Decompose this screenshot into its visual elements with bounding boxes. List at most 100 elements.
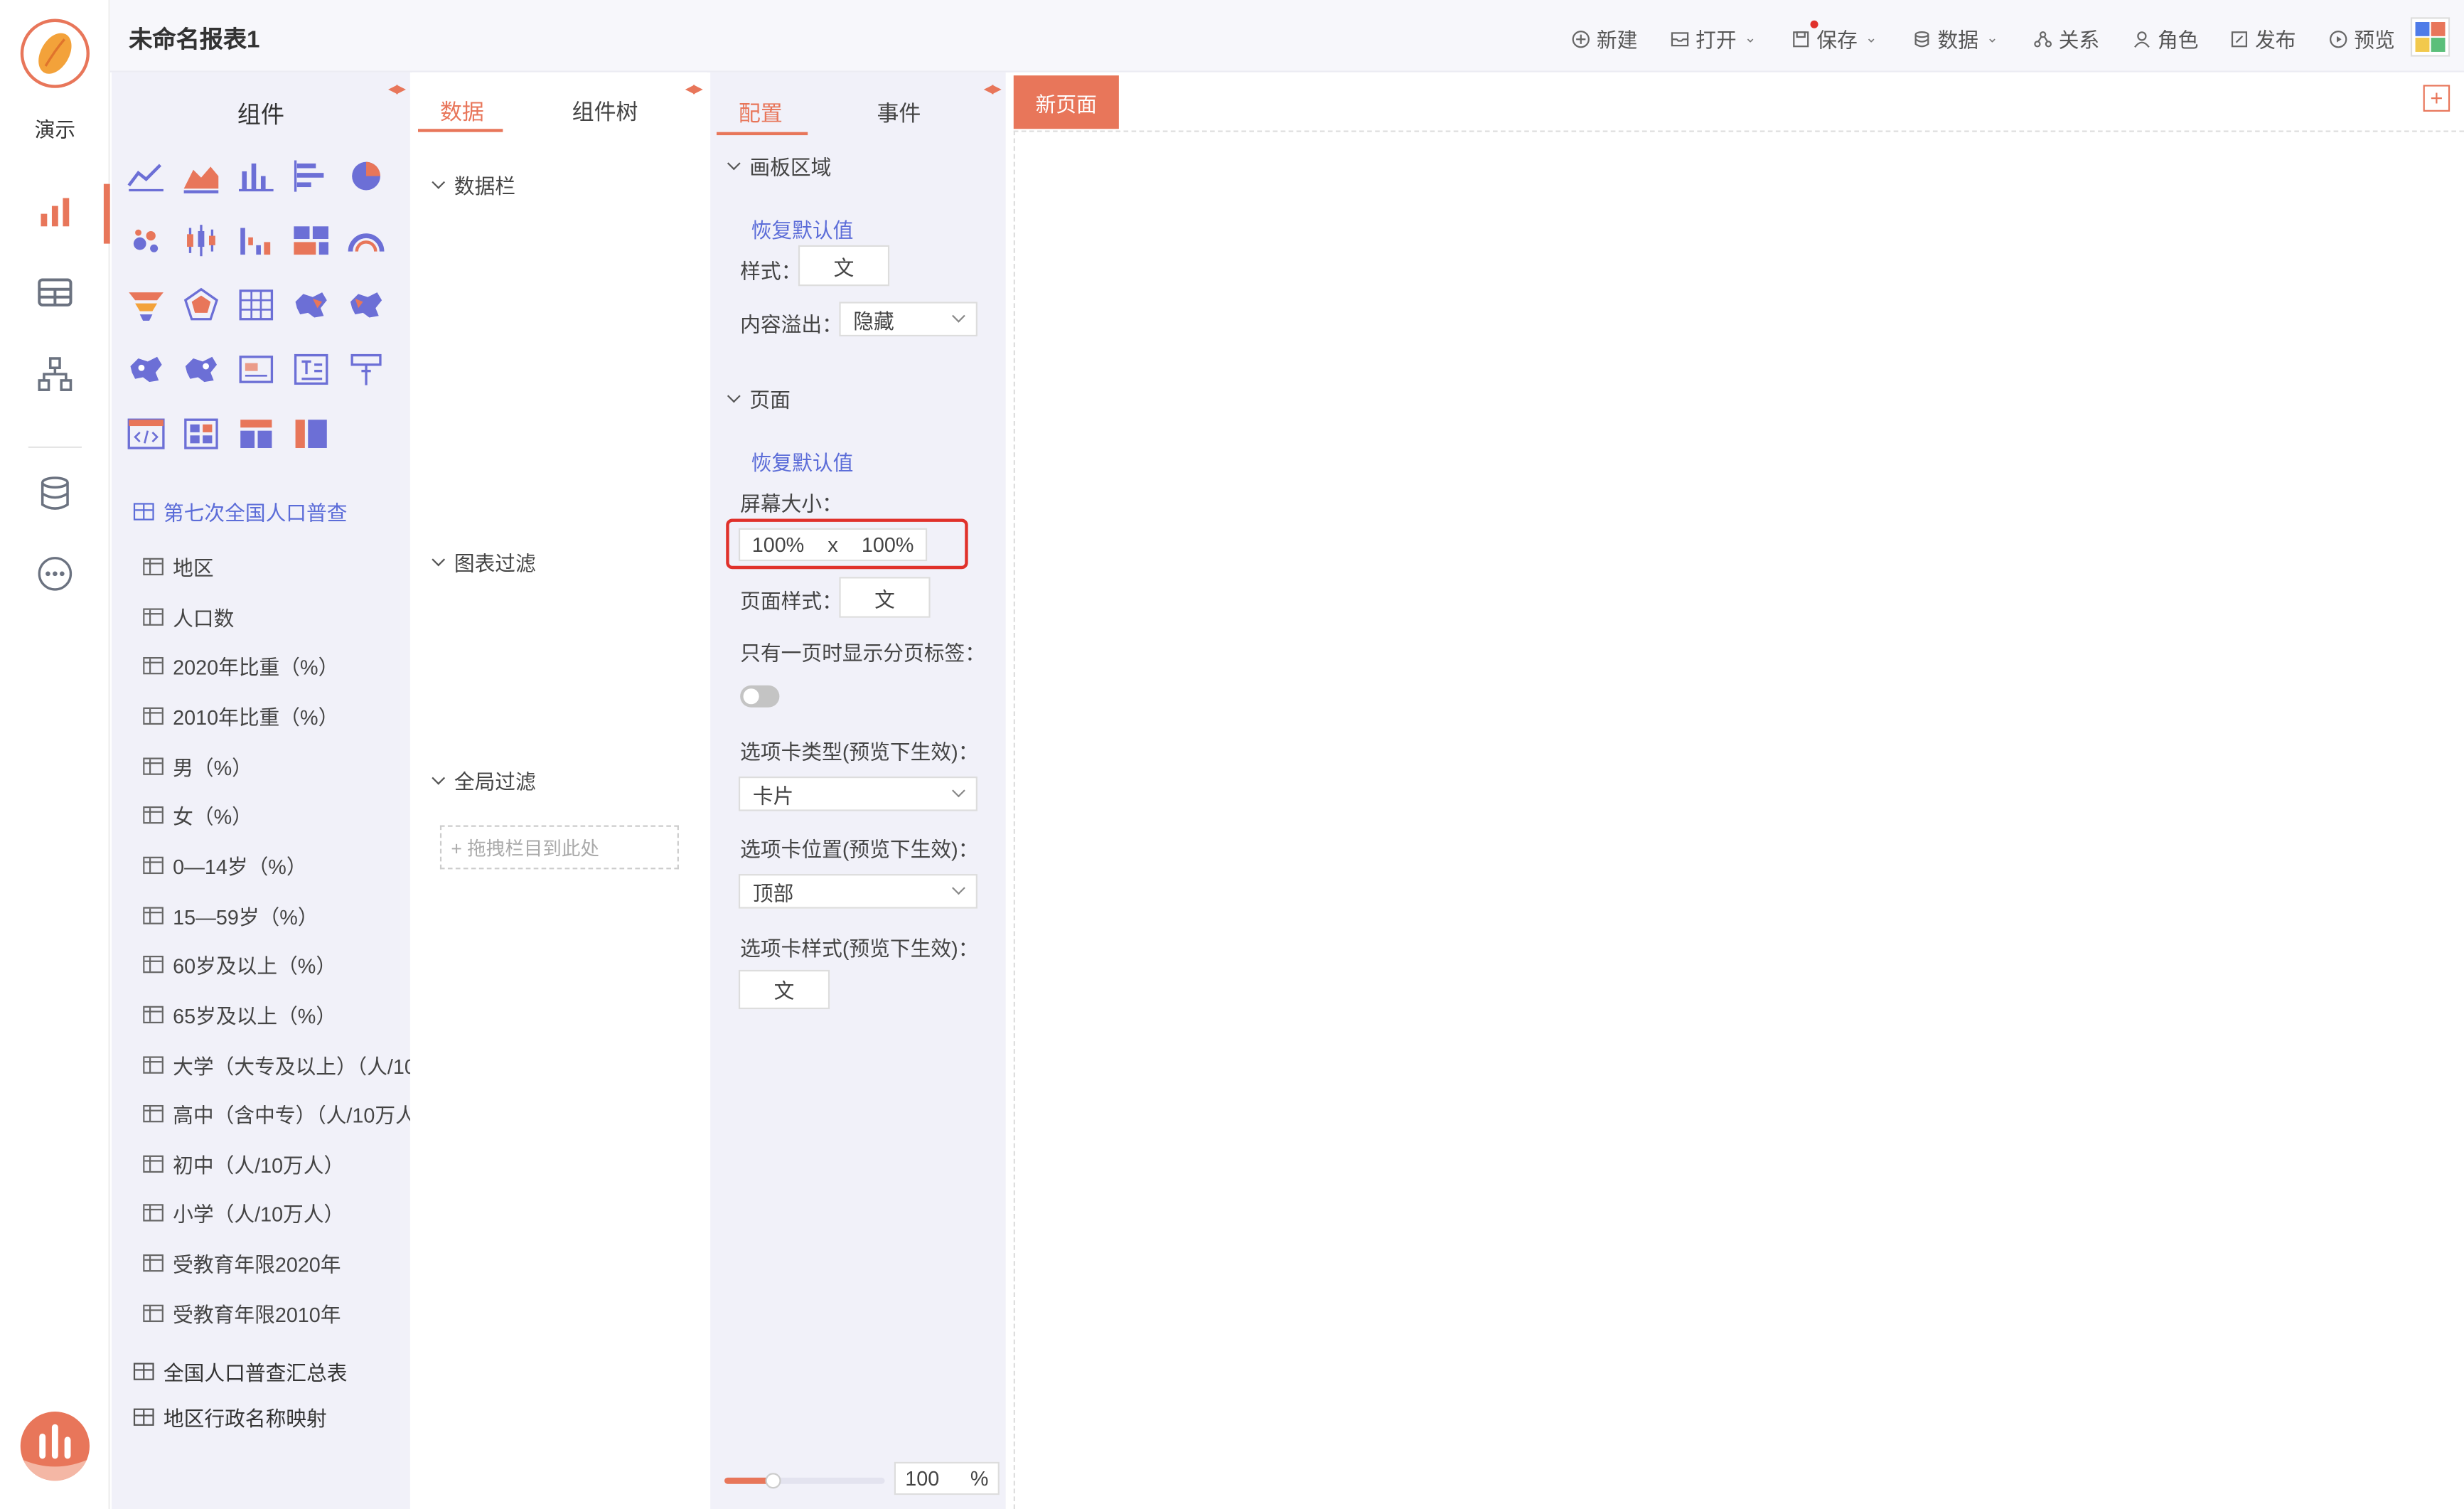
toolbar-role-button[interactable]: 角色 [2133, 23, 2199, 53]
user-avatar[interactable] [20, 1412, 90, 1481]
field-item[interactable]: 女（%） [143, 801, 410, 831]
field-item[interactable]: 受教育年限2010年 [143, 1298, 410, 1328]
tab-type-select[interactable]: 卡片 [738, 776, 977, 811]
screen-size-input[interactable]: 100% x 100% [738, 528, 928, 562]
tab-data[interactable]: 数据 [440, 96, 484, 127]
field-item[interactable]: 人口数 [143, 602, 410, 631]
rail-report[interactable] [0, 184, 110, 241]
toolbar-relation-button[interactable]: 关系 [2033, 23, 2099, 53]
rail-database[interactable] [0, 465, 110, 522]
field-item[interactable]: 小学（人/10万人） [143, 1198, 410, 1228]
toolbar-data-button[interactable]: 数据 ⌄ [1912, 23, 1998, 53]
radar-icon[interactable] [181, 286, 221, 324]
page-tab[interactable]: 新页面 [1013, 75, 1119, 129]
section-board[interactable]: 画板区域 [726, 151, 831, 181]
gauge-icon[interactable] [346, 222, 386, 260]
board-style-button[interactable]: 文 [798, 245, 890, 287]
toolbar-preview-button[interactable]: 预览 [2329, 23, 2395, 53]
candlestick-icon[interactable] [181, 222, 221, 260]
collapse-arrows-icon[interactable]: ◀▶ [984, 82, 1002, 96]
china-map-2-icon[interactable] [346, 286, 386, 324]
tab-style-button[interactable]: 文 [738, 969, 830, 1010]
toolbar-publish-button[interactable]: 发布 [2230, 23, 2296, 53]
tab-component-tree[interactable]: 组件树 [572, 96, 638, 127]
field-item[interactable]: 60岁及以上（%） [143, 950, 410, 980]
toolbar-new-button[interactable]: 新建 [1572, 23, 1637, 53]
area-chart-icon[interactable] [181, 157, 221, 195]
dataset-item[interactable]: 第七次全国人口普查 [133, 497, 348, 527]
screen-width-value[interactable]: 100% [752, 533, 804, 556]
field-item[interactable]: 2020年比重（%） [143, 651, 410, 681]
tab-config[interactable]: 配置 [739, 97, 783, 129]
report-title[interactable]: 未命名报表1 [129, 22, 259, 55]
collapse-arrows-icon[interactable]: ◀▶ [388, 82, 406, 96]
section-chart-filter[interactable]: 图表过滤 [431, 547, 536, 577]
field-item[interactable]: 65岁及以上（%） [143, 1000, 410, 1030]
more-icon [38, 557, 73, 591]
filter-icon[interactable] [346, 351, 386, 388]
table-icon[interactable] [236, 286, 277, 324]
rail-structure[interactable] [0, 346, 110, 402]
toolbar-open-button[interactable]: 打开 ⌄ [1671, 23, 1757, 53]
waterfall-icon[interactable] [236, 222, 277, 260]
single-tab-toggle[interactable] [740, 685, 780, 708]
config-panel: 配置 事件 ◀▶ 画板区域 恢复默认值 样式： 文 内容溢出： 隐藏 页面 恢复… [710, 72, 1006, 1509]
field-item[interactable]: 大学（大专及以上）（人/10万人） [143, 1050, 410, 1079]
chevron-down-icon: ⌄ [1744, 29, 1757, 46]
rail-more[interactable] [0, 545, 110, 602]
treemap-icon[interactable] [291, 222, 331, 260]
column-icon [143, 707, 164, 725]
page-style-label: 页面样式： [740, 589, 842, 614]
toolbar-save-button[interactable]: 保存 ⌄ [1791, 20, 1878, 53]
image-icon[interactable] [236, 351, 277, 388]
tab-event[interactable]: 事件 [877, 97, 921, 129]
china-map-icon[interactable] [291, 286, 331, 324]
page-reset-link[interactable]: 恢复默认值 [751, 447, 854, 476]
zoom-slider[interactable] [724, 1473, 885, 1489]
field-item[interactable]: 0—14岁（%） [143, 851, 410, 880]
screen-height-value[interactable]: 100% [862, 533, 914, 556]
add-page-button[interactable]: + [2423, 85, 2450, 112]
bar-chart-icon[interactable] [236, 157, 277, 195]
field-item[interactable]: 地区 [143, 552, 410, 582]
horizontal-bar-icon[interactable] [291, 157, 331, 195]
china-map-4-icon[interactable] [181, 351, 221, 388]
field-item[interactable]: 初中（人/10万人） [143, 1148, 410, 1178]
collapse-arrows-icon[interactable]: ◀▶ [685, 82, 703, 96]
design-canvas[interactable]: 新页面 + [1013, 72, 2464, 1509]
section-global-filter[interactable]: 全局过滤 [431, 766, 536, 796]
table-item[interactable]: 地区行政名称映射 [133, 1402, 327, 1432]
field-item[interactable]: 男（%） [143, 751, 410, 781]
overflow-select[interactable]: 隐藏 [839, 302, 977, 337]
text-icon[interactable] [291, 351, 331, 388]
table-item[interactable]: 全国人口普查汇总表 [133, 1357, 348, 1387]
board-reset-link[interactable]: 恢复默认值 [751, 214, 854, 244]
zoom-input[interactable]: 100 % [894, 1461, 1000, 1495]
zoom-value[interactable]: 100 [905, 1466, 939, 1490]
brand-logo[interactable] [20, 18, 90, 88]
section-page[interactable]: 页面 [726, 383, 791, 413]
overflow-value: 隐藏 [853, 309, 894, 333]
field-item[interactable]: 2010年比重（%） [143, 701, 410, 731]
tab-position-select[interactable]: 顶部 [738, 874, 977, 909]
pie-chart-icon[interactable] [346, 157, 386, 195]
china-map-3-icon[interactable] [126, 351, 166, 388]
column-icon [143, 1155, 164, 1173]
rail-table[interactable] [0, 264, 110, 321]
field-item[interactable]: 受教育年限2020年 [143, 1248, 410, 1278]
column-layout-icon[interactable] [291, 415, 331, 453]
theme-switcher[interactable] [2410, 17, 2450, 57]
canvas-border [1013, 130, 1015, 1509]
scatter-icon[interactable] [126, 222, 166, 260]
field-item[interactable]: 15—59岁（%） [143, 900, 410, 930]
section-data-columns[interactable]: 数据栏 [431, 170, 515, 200]
grid-icon[interactable] [181, 415, 221, 453]
layout-icon[interactable] [236, 415, 277, 453]
line-chart-icon[interactable] [126, 157, 166, 195]
field-item[interactable]: 高中（含中专）（人/10万人） [143, 1099, 410, 1129]
zoom-slider-handle[interactable] [764, 1473, 781, 1489]
funnel-icon[interactable] [126, 286, 166, 324]
code-icon[interactable] [126, 415, 166, 453]
drop-zone[interactable]: + 拖拽栏目到此处 [439, 825, 679, 870]
page-style-button[interactable]: 文 [839, 577, 931, 618]
